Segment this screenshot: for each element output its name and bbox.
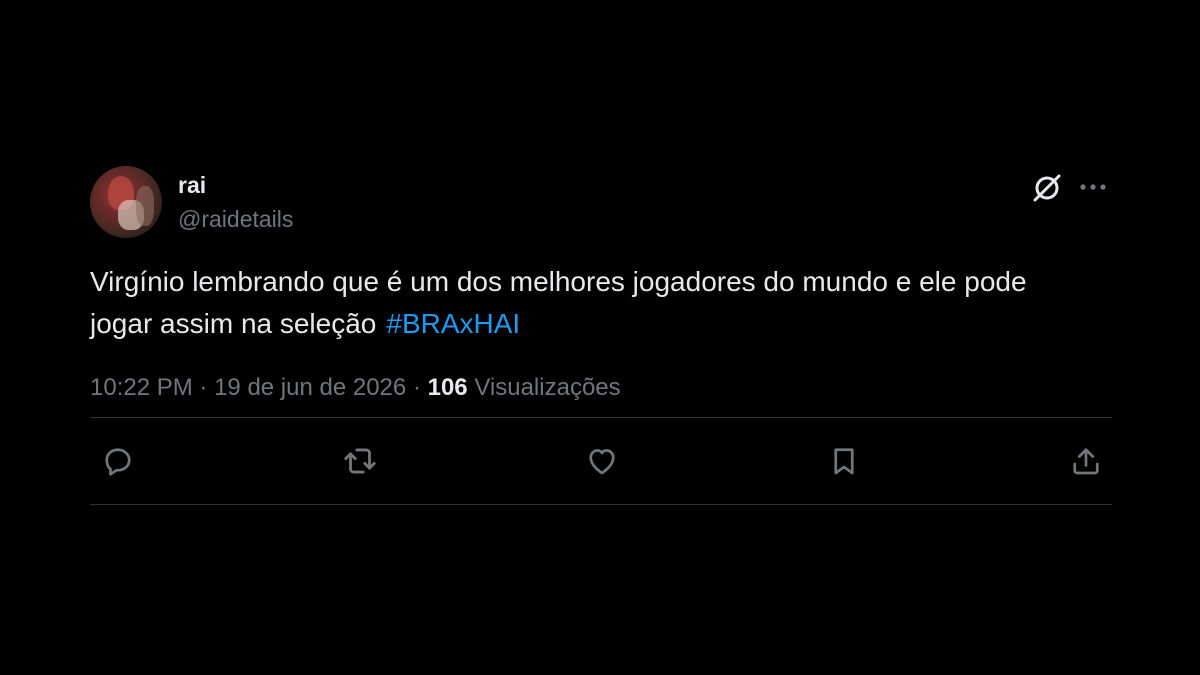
divider: [90, 504, 1112, 505]
avatar[interactable]: [90, 166, 162, 238]
share-icon: [1073, 448, 1099, 475]
views-count: 106: [427, 374, 468, 401]
author-names: rai @raidetails: [178, 170, 293, 234]
tweet-date[interactable]: 19 de jun de 2026: [214, 374, 406, 401]
heart-icon: [589, 449, 615, 475]
tweet-meta: 10:22 PM · 19 de jun de 2026 · 106 Visua…: [90, 371, 1112, 405]
tweet-body: Virgínio lembrando que é um dos melhores…: [90, 266, 1027, 339]
like-button[interactable]: [582, 441, 622, 481]
meta-separator: ·: [199, 374, 208, 401]
bookmark-button[interactable]: [824, 441, 864, 481]
handle[interactable]: @raidetails: [178, 204, 293, 234]
reply-icon: [105, 448, 131, 476]
retweet-button[interactable]: [340, 441, 380, 481]
action-bar: [90, 418, 1112, 504]
tweet-text: Virgínio lembrando que é um dos melhores…: [90, 261, 1090, 345]
hashtag-link[interactable]: #BRAxHAI: [386, 308, 520, 339]
meta-separator: ·: [412, 374, 421, 401]
views-label: Visualizações: [474, 374, 621, 401]
bookmark-icon: [834, 448, 854, 475]
header-actions: [1030, 170, 1108, 204]
grok-icon[interactable]: [1030, 170, 1064, 204]
reply-button[interactable]: [98, 441, 138, 481]
tweet: rai @raidetails Virgínio lembrando que é…: [90, 166, 1112, 505]
more-icon[interactable]: [1078, 170, 1108, 204]
retweet-icon: [344, 448, 376, 474]
tweet-header: rai @raidetails: [90, 166, 1112, 241]
tweet-time[interactable]: 10:22 PM: [90, 374, 193, 401]
display-name[interactable]: rai: [178, 170, 293, 200]
share-button[interactable]: [1066, 441, 1106, 481]
